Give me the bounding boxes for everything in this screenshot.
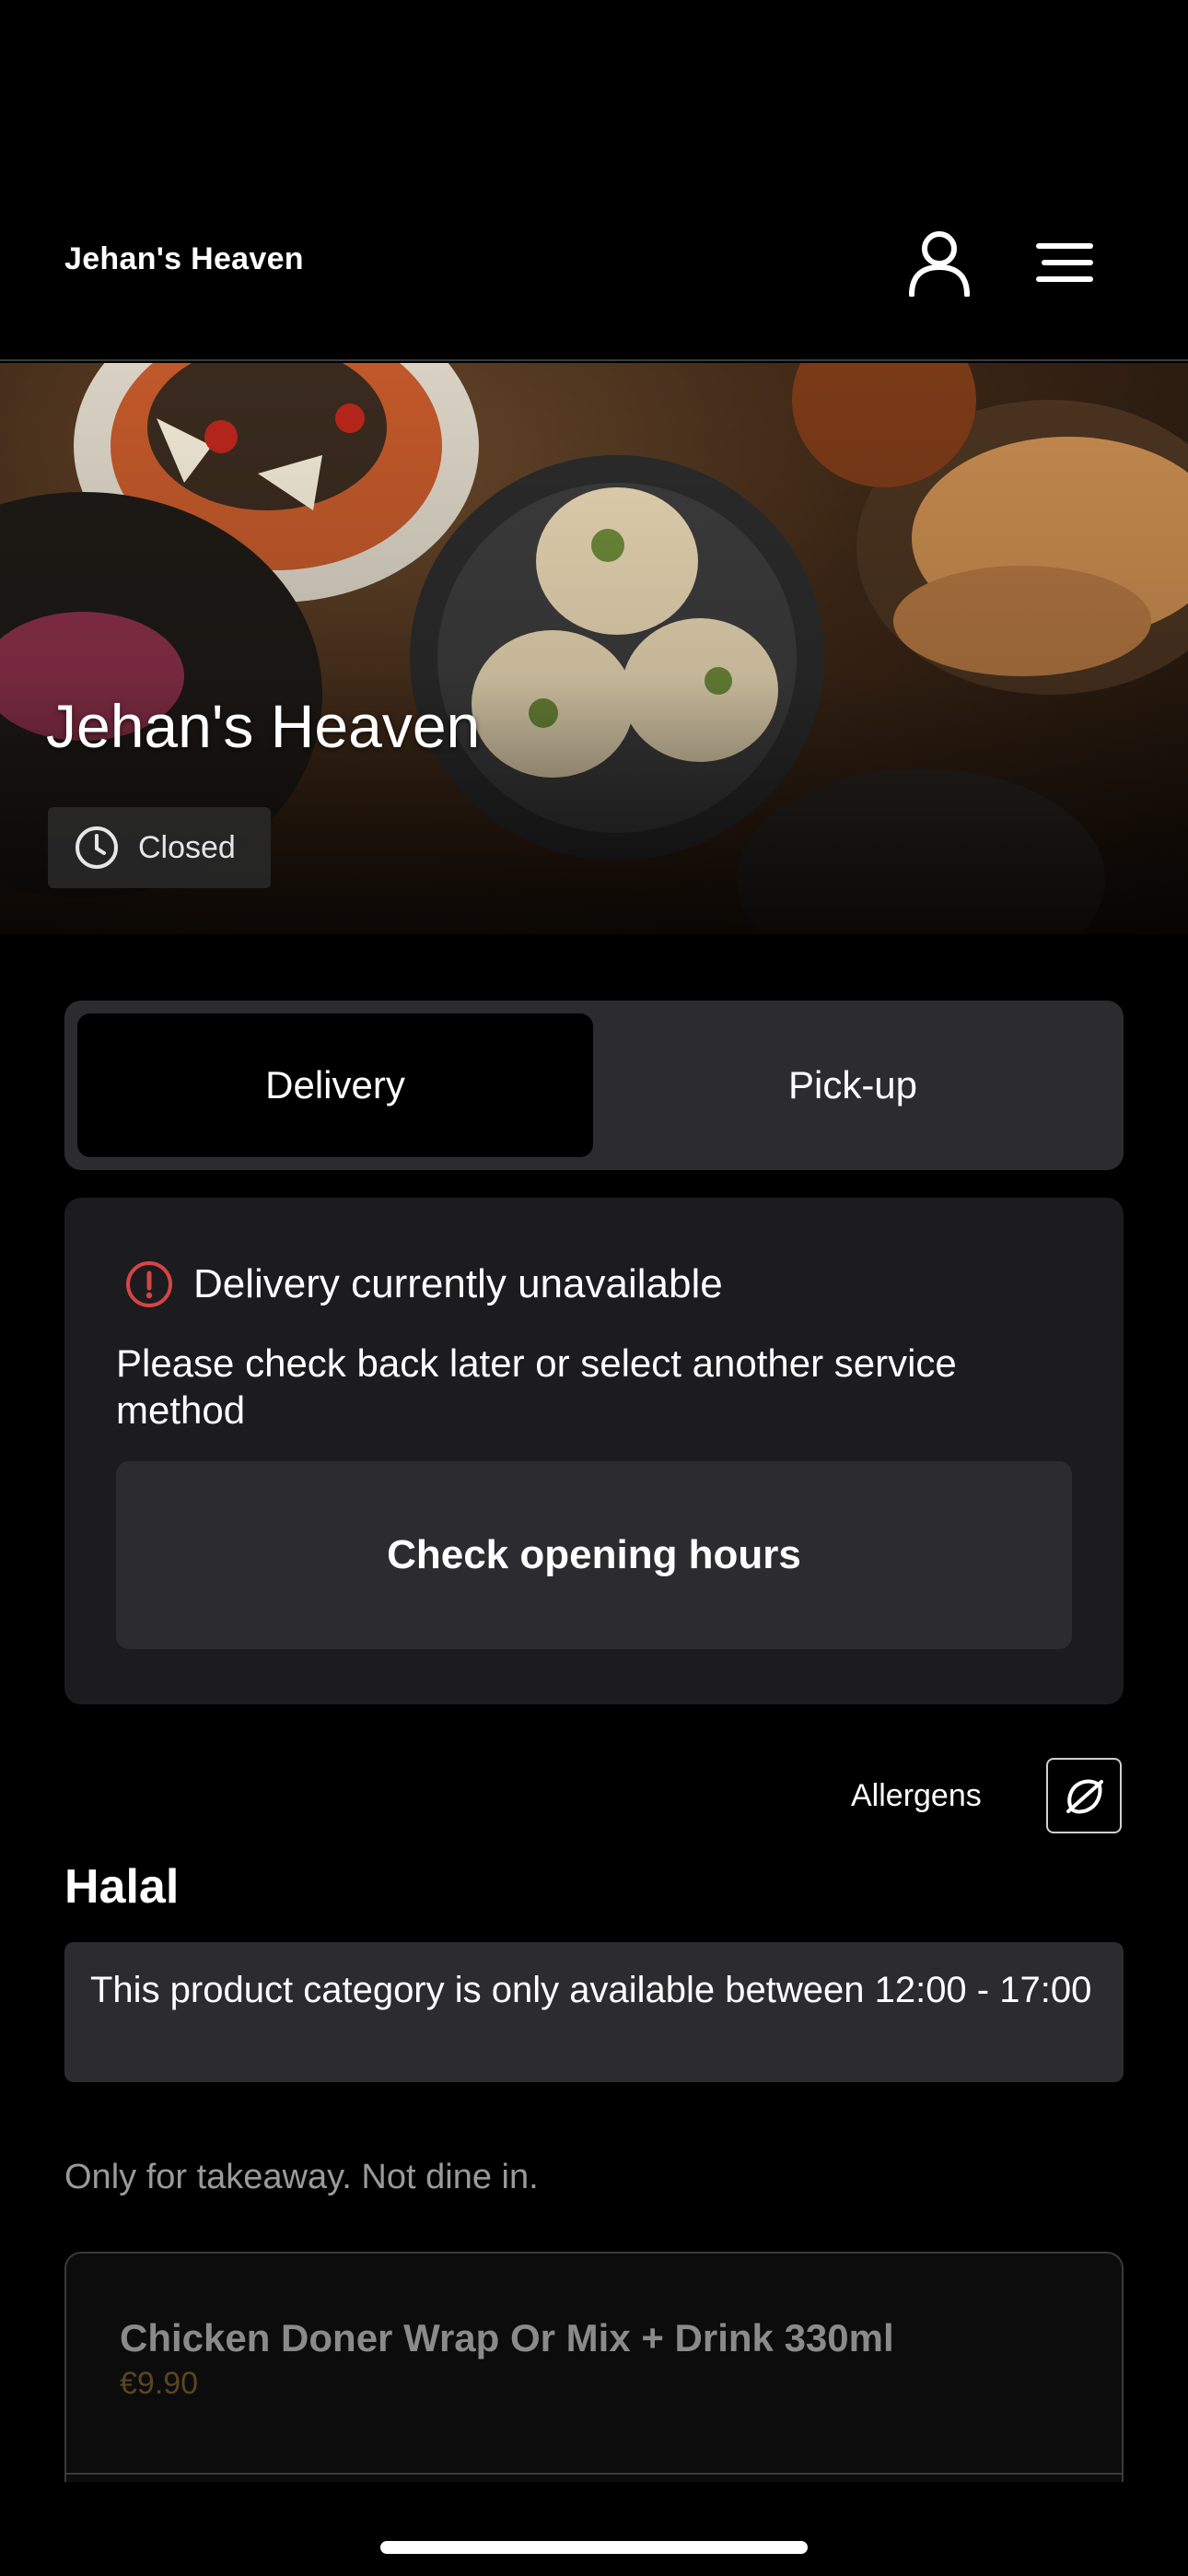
category-availability-note: This product category is only available … (64, 1942, 1124, 2082)
delivery-unavailable-card: Delivery currently unavailable Please ch… (64, 1198, 1124, 1704)
hamburger-menu-icon (1036, 243, 1093, 282)
restaurant-title: Jehan's Heaven (46, 692, 481, 760)
home-indicator[interactable] (380, 2541, 808, 2554)
allergen-icon (1066, 1779, 1103, 1814)
notice-title: Delivery currently unavailable (193, 1261, 723, 1306)
check-opening-hours-button[interactable]: Check opening hours (116, 1461, 1072, 1649)
product-name: Chicken Doner Wrap Or Mix + Drink 330ml (120, 2316, 894, 2359)
notice-header: Delivery currently unavailable (125, 1260, 723, 1308)
account-button[interactable] (898, 221, 981, 304)
brand-name[interactable]: Jehan's Heaven (64, 241, 304, 277)
tab-delivery[interactable]: Delivery (77, 1013, 593, 1157)
app-header: Jehan's Heaven (0, 0, 1188, 361)
category-title: Halal (64, 1860, 180, 1914)
tab-pickup[interactable]: Pick-up (595, 1013, 1111, 1157)
clock-icon (76, 826, 118, 869)
product-price: €9.90 (120, 2366, 199, 2401)
allergens-button[interactable] (1046, 1758, 1122, 1833)
menu-button[interactable] (1022, 221, 1105, 304)
status-label: Closed (138, 829, 236, 865)
service-method-toggle: Delivery Pick-up (64, 1001, 1124, 1170)
product-card[interactable]: Chicken Doner Wrap Or Mix + Drink 330ml … (64, 2252, 1124, 2482)
info-alert-icon (126, 1261, 172, 1307)
product-divider (66, 2473, 1122, 2475)
notice-message: Please check back later or select anothe… (116, 1341, 957, 1432)
category-description: Only for takeaway. Not dine in. (64, 2158, 539, 2196)
status-badge: Closed (48, 807, 271, 888)
hero-banner: Jehan's Heaven Closed (0, 363, 1188, 934)
allergens-label[interactable]: Allergens (851, 1778, 982, 1814)
user-icon (909, 231, 970, 297)
